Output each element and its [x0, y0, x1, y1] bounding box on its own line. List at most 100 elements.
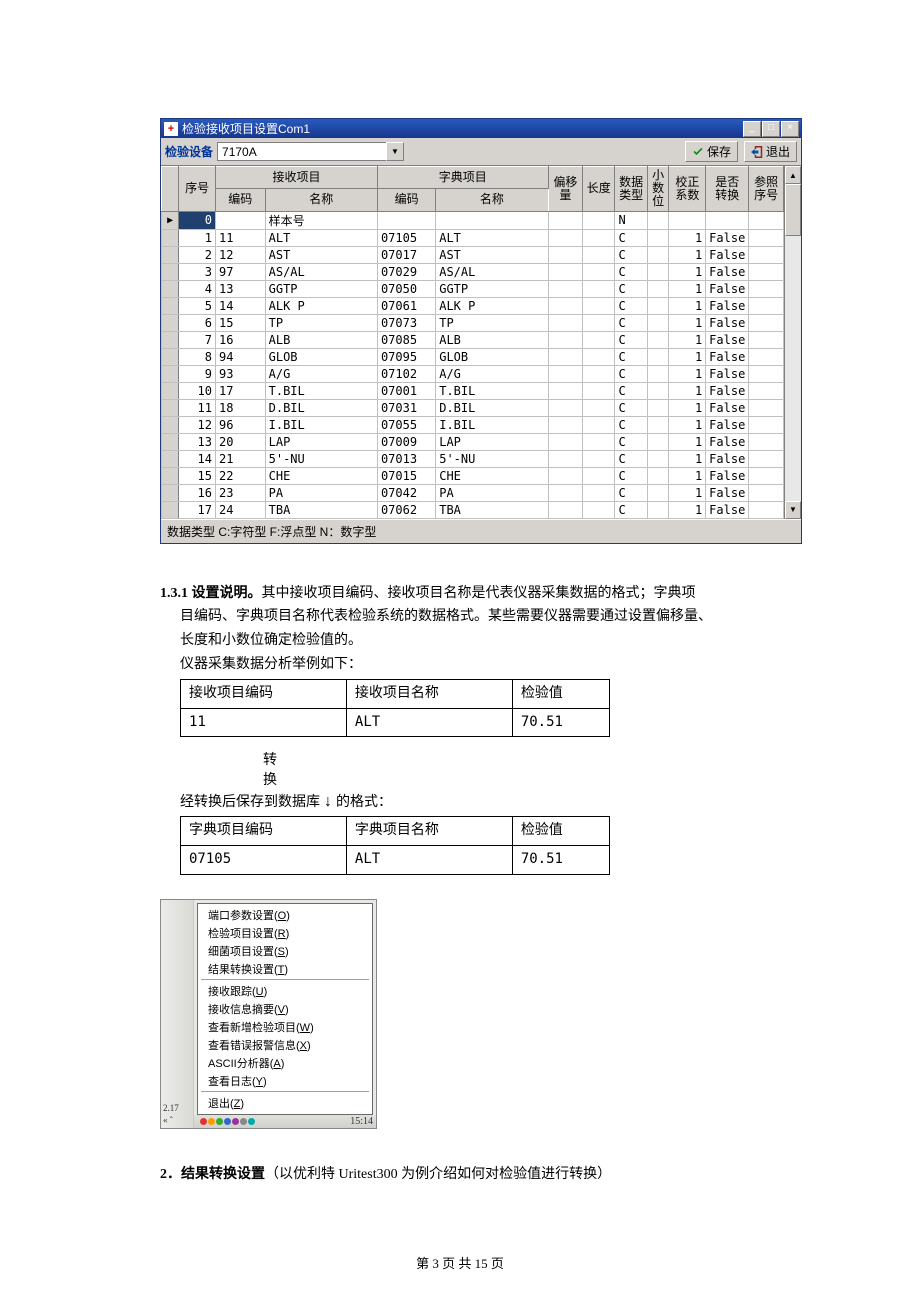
menu-item[interactable]: 查看新增检验项目(W): [198, 1018, 372, 1036]
maximize-button[interactable]: □: [762, 121, 780, 137]
cell-fac[interactable]: 1: [669, 314, 706, 331]
cell-fac[interactable]: 1: [669, 467, 706, 484]
cell-seq[interactable]: 1: [179, 229, 216, 246]
cell-dname[interactable]: ALT: [436, 229, 548, 246]
table-row[interactable]: 1118D.BIL07031D.BILC1False: [162, 399, 784, 416]
cell-fac[interactable]: 1: [669, 501, 706, 518]
cell-off[interactable]: [548, 331, 583, 348]
cell-dname[interactable]: I.BIL: [436, 416, 548, 433]
cell-seq[interactable]: 5: [179, 297, 216, 314]
cell-off[interactable]: [548, 263, 583, 280]
menu-item[interactable]: 接收跟踪(U): [198, 982, 372, 1000]
cell-dt[interactable]: C: [615, 297, 647, 314]
cell-off[interactable]: [548, 484, 583, 501]
cell-dt[interactable]: C: [615, 501, 647, 518]
col-factor[interactable]: 校正系数: [669, 167, 706, 212]
cell-rcode[interactable]: 16: [215, 331, 265, 348]
cell-conv[interactable]: False: [706, 331, 749, 348]
cell-dec[interactable]: [647, 211, 669, 229]
cell-dec[interactable]: [647, 348, 669, 365]
cell-seq[interactable]: 12: [179, 416, 216, 433]
cell-fac[interactable]: 1: [669, 450, 706, 467]
cell-off[interactable]: [548, 365, 583, 382]
cell-ref[interactable]: [749, 280, 784, 297]
cell-conv[interactable]: False: [706, 246, 749, 263]
data-grid[interactable]: 序号 接收项目 字典项目 偏移量 长度 数据类型 小数位 校正系数 是否转换 参…: [161, 166, 785, 519]
cell-dec[interactable]: [647, 433, 669, 450]
cell-rcode[interactable]: 17: [215, 382, 265, 399]
cell-rname[interactable]: 5'-NU: [265, 450, 377, 467]
table-row[interactable]: 615TP07073TPC1False: [162, 314, 784, 331]
cell-ref[interactable]: [749, 263, 784, 280]
cell-fac[interactable]: 1: [669, 348, 706, 365]
cell-dec[interactable]: [647, 280, 669, 297]
cell-conv[interactable]: False: [706, 348, 749, 365]
menu-item[interactable]: 退出(Z): [198, 1094, 372, 1112]
cell-off[interactable]: [548, 382, 583, 399]
exit-button[interactable]: 退出: [744, 141, 797, 162]
cell-dcode[interactable]: 07073: [377, 314, 435, 331]
col-len[interactable]: 长度: [583, 167, 615, 212]
cell-dt[interactable]: C: [615, 348, 647, 365]
cell-off[interactable]: [548, 297, 583, 314]
scroll-thumb[interactable]: [785, 184, 801, 236]
table-row[interactable]: 212AST07017ASTC1False: [162, 246, 784, 263]
col-dict-code[interactable]: 编码: [377, 189, 435, 211]
cell-seq[interactable]: 0: [179, 211, 216, 229]
scroll-down-icon[interactable]: ▼: [785, 501, 801, 519]
cell-dec[interactable]: [647, 382, 669, 399]
table-row[interactable]: 1623PA07042PAC1False: [162, 484, 784, 501]
cell-len[interactable]: [583, 331, 615, 348]
cell-rcode[interactable]: 97: [215, 263, 265, 280]
col-dtype[interactable]: 数据类型: [615, 167, 647, 212]
cell-len[interactable]: [583, 246, 615, 263]
cell-rname[interactable]: TP: [265, 314, 377, 331]
cell-dt[interactable]: C: [615, 484, 647, 501]
cell-rname[interactable]: TBA: [265, 501, 377, 518]
cell-len[interactable]: [583, 467, 615, 484]
cell-ref[interactable]: [749, 314, 784, 331]
cell-conv[interactable]: False: [706, 416, 749, 433]
cell-conv[interactable]: False: [706, 450, 749, 467]
cell-dcode[interactable]: 07050: [377, 280, 435, 297]
cell-seq[interactable]: 8: [179, 348, 216, 365]
cell-len[interactable]: [583, 263, 615, 280]
table-row[interactable]: 716ALB07085ALBC1False: [162, 331, 784, 348]
cell-rname[interactable]: D.BIL: [265, 399, 377, 416]
cell-rcode[interactable]: 21: [215, 450, 265, 467]
cell-off[interactable]: [548, 433, 583, 450]
cell-dt[interactable]: C: [615, 280, 647, 297]
cell-ref[interactable]: [749, 467, 784, 484]
cell-conv[interactable]: False: [706, 229, 749, 246]
cell-dname[interactable]: PA: [436, 484, 548, 501]
table-row[interactable]: 1296I.BIL07055I.BILC1False: [162, 416, 784, 433]
device-combo[interactable]: ▼: [217, 142, 404, 161]
cell-len[interactable]: [583, 297, 615, 314]
cell-fac[interactable]: 1: [669, 297, 706, 314]
cell-dec[interactable]: [647, 297, 669, 314]
table-row[interactable]: 111ALT07105ALTC1False: [162, 229, 784, 246]
cell-fac[interactable]: 1: [669, 433, 706, 450]
cell-seq[interactable]: 3: [179, 263, 216, 280]
menu-item[interactable]: 结果转换设置(T): [198, 960, 372, 978]
cell-off[interactable]: [548, 314, 583, 331]
cell-dname[interactable]: CHE: [436, 467, 548, 484]
cell-seq[interactable]: 9: [179, 365, 216, 382]
cell-dt[interactable]: N: [615, 211, 647, 229]
vertical-scrollbar[interactable]: ▲ ▼: [785, 166, 801, 519]
cell-conv[interactable]: False: [706, 365, 749, 382]
cell-fac[interactable]: 1: [669, 416, 706, 433]
cell-ref[interactable]: [749, 433, 784, 450]
cell-dec[interactable]: [647, 331, 669, 348]
cell-dec[interactable]: [647, 450, 669, 467]
cell-dec[interactable]: [647, 416, 669, 433]
table-row[interactable]: 894GLOB07095GLOBC1False: [162, 348, 784, 365]
cell-off[interactable]: [548, 501, 583, 518]
cell-dcode[interactable]: 07062: [377, 501, 435, 518]
cell-conv[interactable]: False: [706, 433, 749, 450]
cell-len[interactable]: [583, 450, 615, 467]
cell-dcode[interactable]: 07061: [377, 297, 435, 314]
cell-seq[interactable]: 17: [179, 501, 216, 518]
cell-rcode[interactable]: 11: [215, 229, 265, 246]
cell-rcode[interactable]: 12: [215, 246, 265, 263]
